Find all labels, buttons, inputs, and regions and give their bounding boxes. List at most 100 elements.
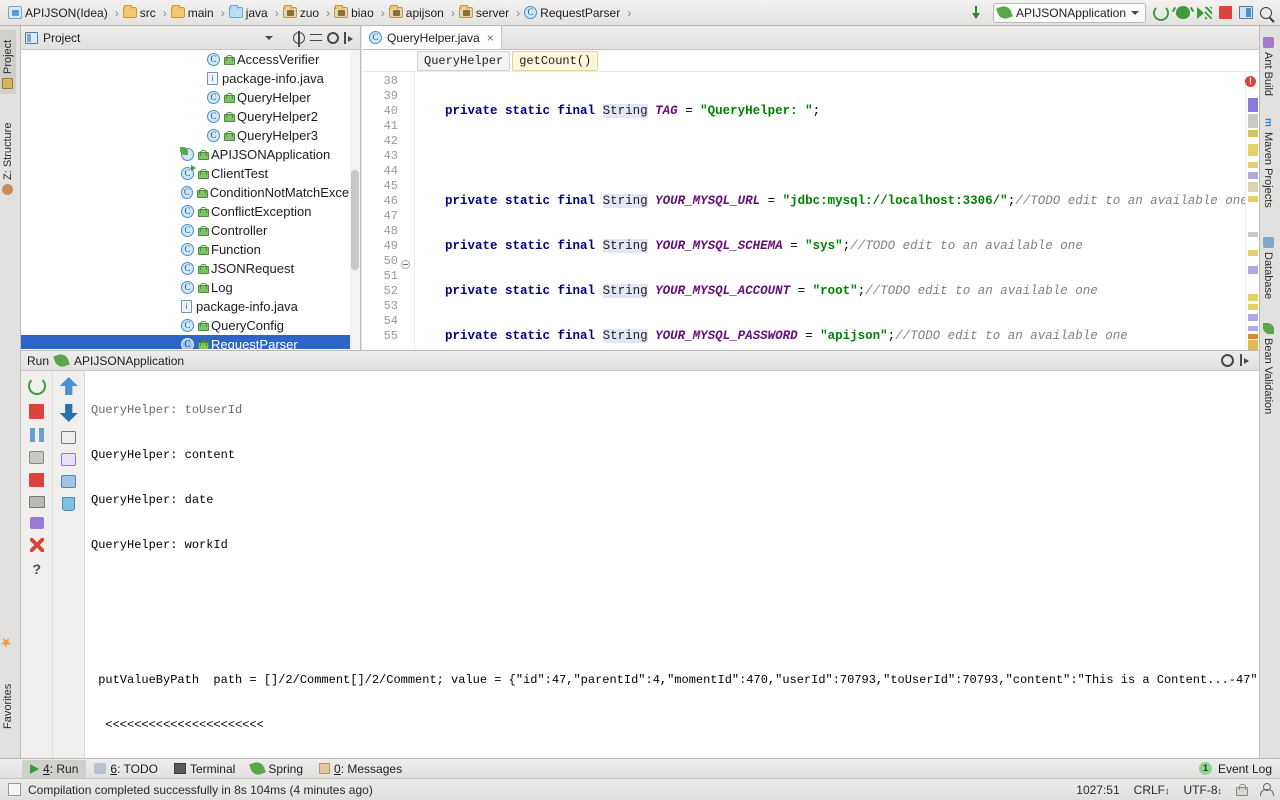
marker-stripe	[1248, 266, 1258, 274]
list-item[interactable]: C ClientTest	[21, 164, 360, 183]
dump-threads-icon[interactable]	[29, 451, 45, 464]
list-item[interactable]: C ConditionNotMatchExcept	[21, 183, 360, 202]
run-with-coverage-icon[interactable]	[1197, 6, 1212, 20]
fold-marker-icon[interactable]	[401, 260, 410, 269]
console-output[interactable]: QueryHelper: toUserId QueryHelper: conte…	[85, 371, 1259, 758]
scrollbar-thumb[interactable]	[351, 170, 359, 270]
debug-icon[interactable]	[1176, 6, 1190, 19]
list-item[interactable]: C Function	[21, 240, 360, 259]
clear-all-icon[interactable]	[29, 538, 44, 552]
tab-queryhelper-java[interactable]: C QueryHelper.java ×	[362, 26, 502, 49]
list-item[interactable]: C RequestParser	[21, 335, 360, 349]
list-item[interactable]: C JSONRequest	[21, 259, 360, 278]
list-item[interactable]: C ConflictException	[21, 202, 360, 221]
read-only-lock-icon[interactable]	[1236, 783, 1248, 796]
breadcrumb-label: RequestParser	[540, 5, 621, 20]
chevron-down-icon[interactable]	[265, 35, 273, 40]
collapse-all-icon[interactable]	[310, 32, 322, 44]
project-tree-scrollbar[interactable]	[350, 50, 360, 349]
list-item[interactable]: C Log	[21, 278, 360, 297]
line-number-gutter[interactable]: 38 39 40 41 42 43 44 45 46 47 48 49 50 5…	[362, 72, 414, 350]
search-everywhere-icon[interactable]	[1260, 6, 1272, 19]
list-item[interactable]: i package-info.java	[21, 69, 360, 88]
tab-run[interactable]: 4: Run	[22, 759, 87, 778]
tab-todo[interactable]: 6: TODO	[86, 760, 166, 778]
list-item[interactable]: i package-info.java	[21, 297, 360, 316]
code-editor[interactable]: 38 39 40 41 42 43 44 45 46 47 48 49 50 5…	[362, 72, 1259, 350]
editor-marker-bar[interactable]: !	[1245, 72, 1259, 350]
list-item[interactable]: C AccessVerifier	[21, 50, 360, 69]
class-icon: C	[181, 243, 194, 256]
breadcrumb-item-requestparser[interactable]: C RequestParser	[522, 3, 625, 23]
breadcrumb-item-server[interactable]: server	[457, 3, 514, 23]
sidebar-item-structure[interactable]: Z: Structure	[0, 104, 16, 200]
breadcrumb-chip-class[interactable]: QueryHelper	[417, 50, 511, 71]
breadcrumb-item-main[interactable]: main	[169, 3, 219, 23]
download-icon[interactable]	[971, 5, 986, 20]
run-tool-buttons: ?	[21, 371, 85, 758]
sidebar-item-database[interactable]: Database	[1260, 232, 1276, 308]
sidebar-item-favorites[interactable]: ★ Favorites	[0, 634, 16, 734]
line-number: 41	[383, 119, 398, 133]
scroll-up-icon[interactable]	[59, 377, 78, 395]
list-item[interactable]: C QueryHelper	[21, 88, 360, 107]
list-item[interactable]: C QueryHelper2	[21, 107, 360, 126]
stop-icon[interactable]	[29, 404, 45, 419]
breadcrumb-chip-method[interactable]: getCount()	[512, 50, 599, 71]
layout-icon[interactable]	[1239, 6, 1253, 19]
exit-process-icon[interactable]	[29, 473, 45, 487]
hide-panel-icon[interactable]	[344, 31, 356, 44]
help-icon[interactable]: ?	[28, 561, 46, 579]
run-panel-config-name: APIJSONApplication	[74, 353, 185, 368]
trash-icon[interactable]	[62, 497, 76, 511]
sidebar-item-label: Database	[1262, 252, 1274, 300]
list-item[interactable]: C Controller	[21, 221, 360, 240]
error-badge[interactable]: !	[1245, 76, 1256, 87]
console-icon[interactable]	[28, 496, 45, 508]
breadcrumb-separator: ›	[380, 5, 385, 20]
breadcrumb-item-project[interactable]: APIJSON(Idea)	[6, 3, 113, 23]
line-separator-selector[interactable]: CRLF↕	[1134, 783, 1170, 797]
ide-user-icon[interactable]	[1260, 783, 1274, 796]
breadcrumb-item-zuo[interactable]: zuo	[281, 3, 324, 23]
run-configuration-label: APIJSONApplication	[1015, 5, 1126, 20]
pause-icon[interactable]	[29, 428, 44, 442]
scroll-down-icon[interactable]	[59, 404, 78, 422]
scroll-to-end-icon[interactable]	[61, 453, 77, 466]
tab-spring[interactable]: Spring	[243, 760, 311, 778]
event-log-label[interactable]: Event Log	[1218, 762, 1272, 776]
code-text[interactable]: private static final String TAG = "Query…	[414, 72, 1245, 350]
list-item[interactable]: C QueryHelper3	[21, 126, 360, 145]
encoding-selector[interactable]: UTF-8↕	[1184, 783, 1223, 797]
sidebar-item-ant-build[interactable]: Ant Build	[1260, 32, 1276, 102]
breadcrumb-item-java[interactable]: java	[227, 3, 273, 23]
scroll-from-source-icon[interactable]	[293, 30, 305, 47]
close-icon[interactable]: ×	[487, 31, 494, 45]
sidebar-item-project[interactable]: Project	[0, 30, 16, 94]
tab-messages[interactable]: 0: Messages	[311, 760, 410, 778]
settings-gear-icon[interactable]	[327, 31, 339, 44]
sidebar-item-maven-projects[interactable]: m Maven Projects	[1260, 112, 1276, 222]
tab-terminal[interactable]: Terminal	[166, 760, 243, 778]
print-icon[interactable]	[61, 475, 77, 488]
breadcrumb-item-biao[interactable]: biao	[332, 3, 379, 23]
hide-panel-icon[interactable]	[1240, 354, 1253, 367]
run-configuration-selector[interactable]: APIJSONApplication	[992, 2, 1146, 23]
list-item[interactable]: C QueryConfig	[21, 316, 360, 335]
settings-gear-icon[interactable]	[1221, 354, 1234, 367]
lock-icon	[198, 339, 209, 349]
project-tree: C AccessVerifier i package-info.java C Q…	[21, 50, 360, 349]
breadcrumb-item-src[interactable]: src	[121, 3, 161, 23]
caret-position[interactable]: 1027:51	[1076, 783, 1119, 797]
sidebar-item-bean-validation[interactable]: Bean Validation	[1260, 318, 1276, 430]
rerun-icon[interactable]	[27, 377, 46, 395]
list-item[interactable]: APIJSONApplication	[21, 145, 360, 164]
breadcrumb-item-apijson[interactable]: apijson	[387, 3, 449, 23]
soft-wrap-icon[interactable]	[29, 517, 44, 529]
soft-wrap-toggle-icon[interactable]	[61, 431, 77, 444]
editor-breadcrumb: QueryHelper getCount()	[362, 50, 1259, 72]
line-number: 39	[383, 89, 398, 103]
editor-area: C QueryHelper.java × QueryHelper getCoun…	[362, 26, 1259, 350]
rerun-icon[interactable]	[1153, 4, 1169, 21]
stop-icon[interactable]	[1219, 6, 1232, 19]
